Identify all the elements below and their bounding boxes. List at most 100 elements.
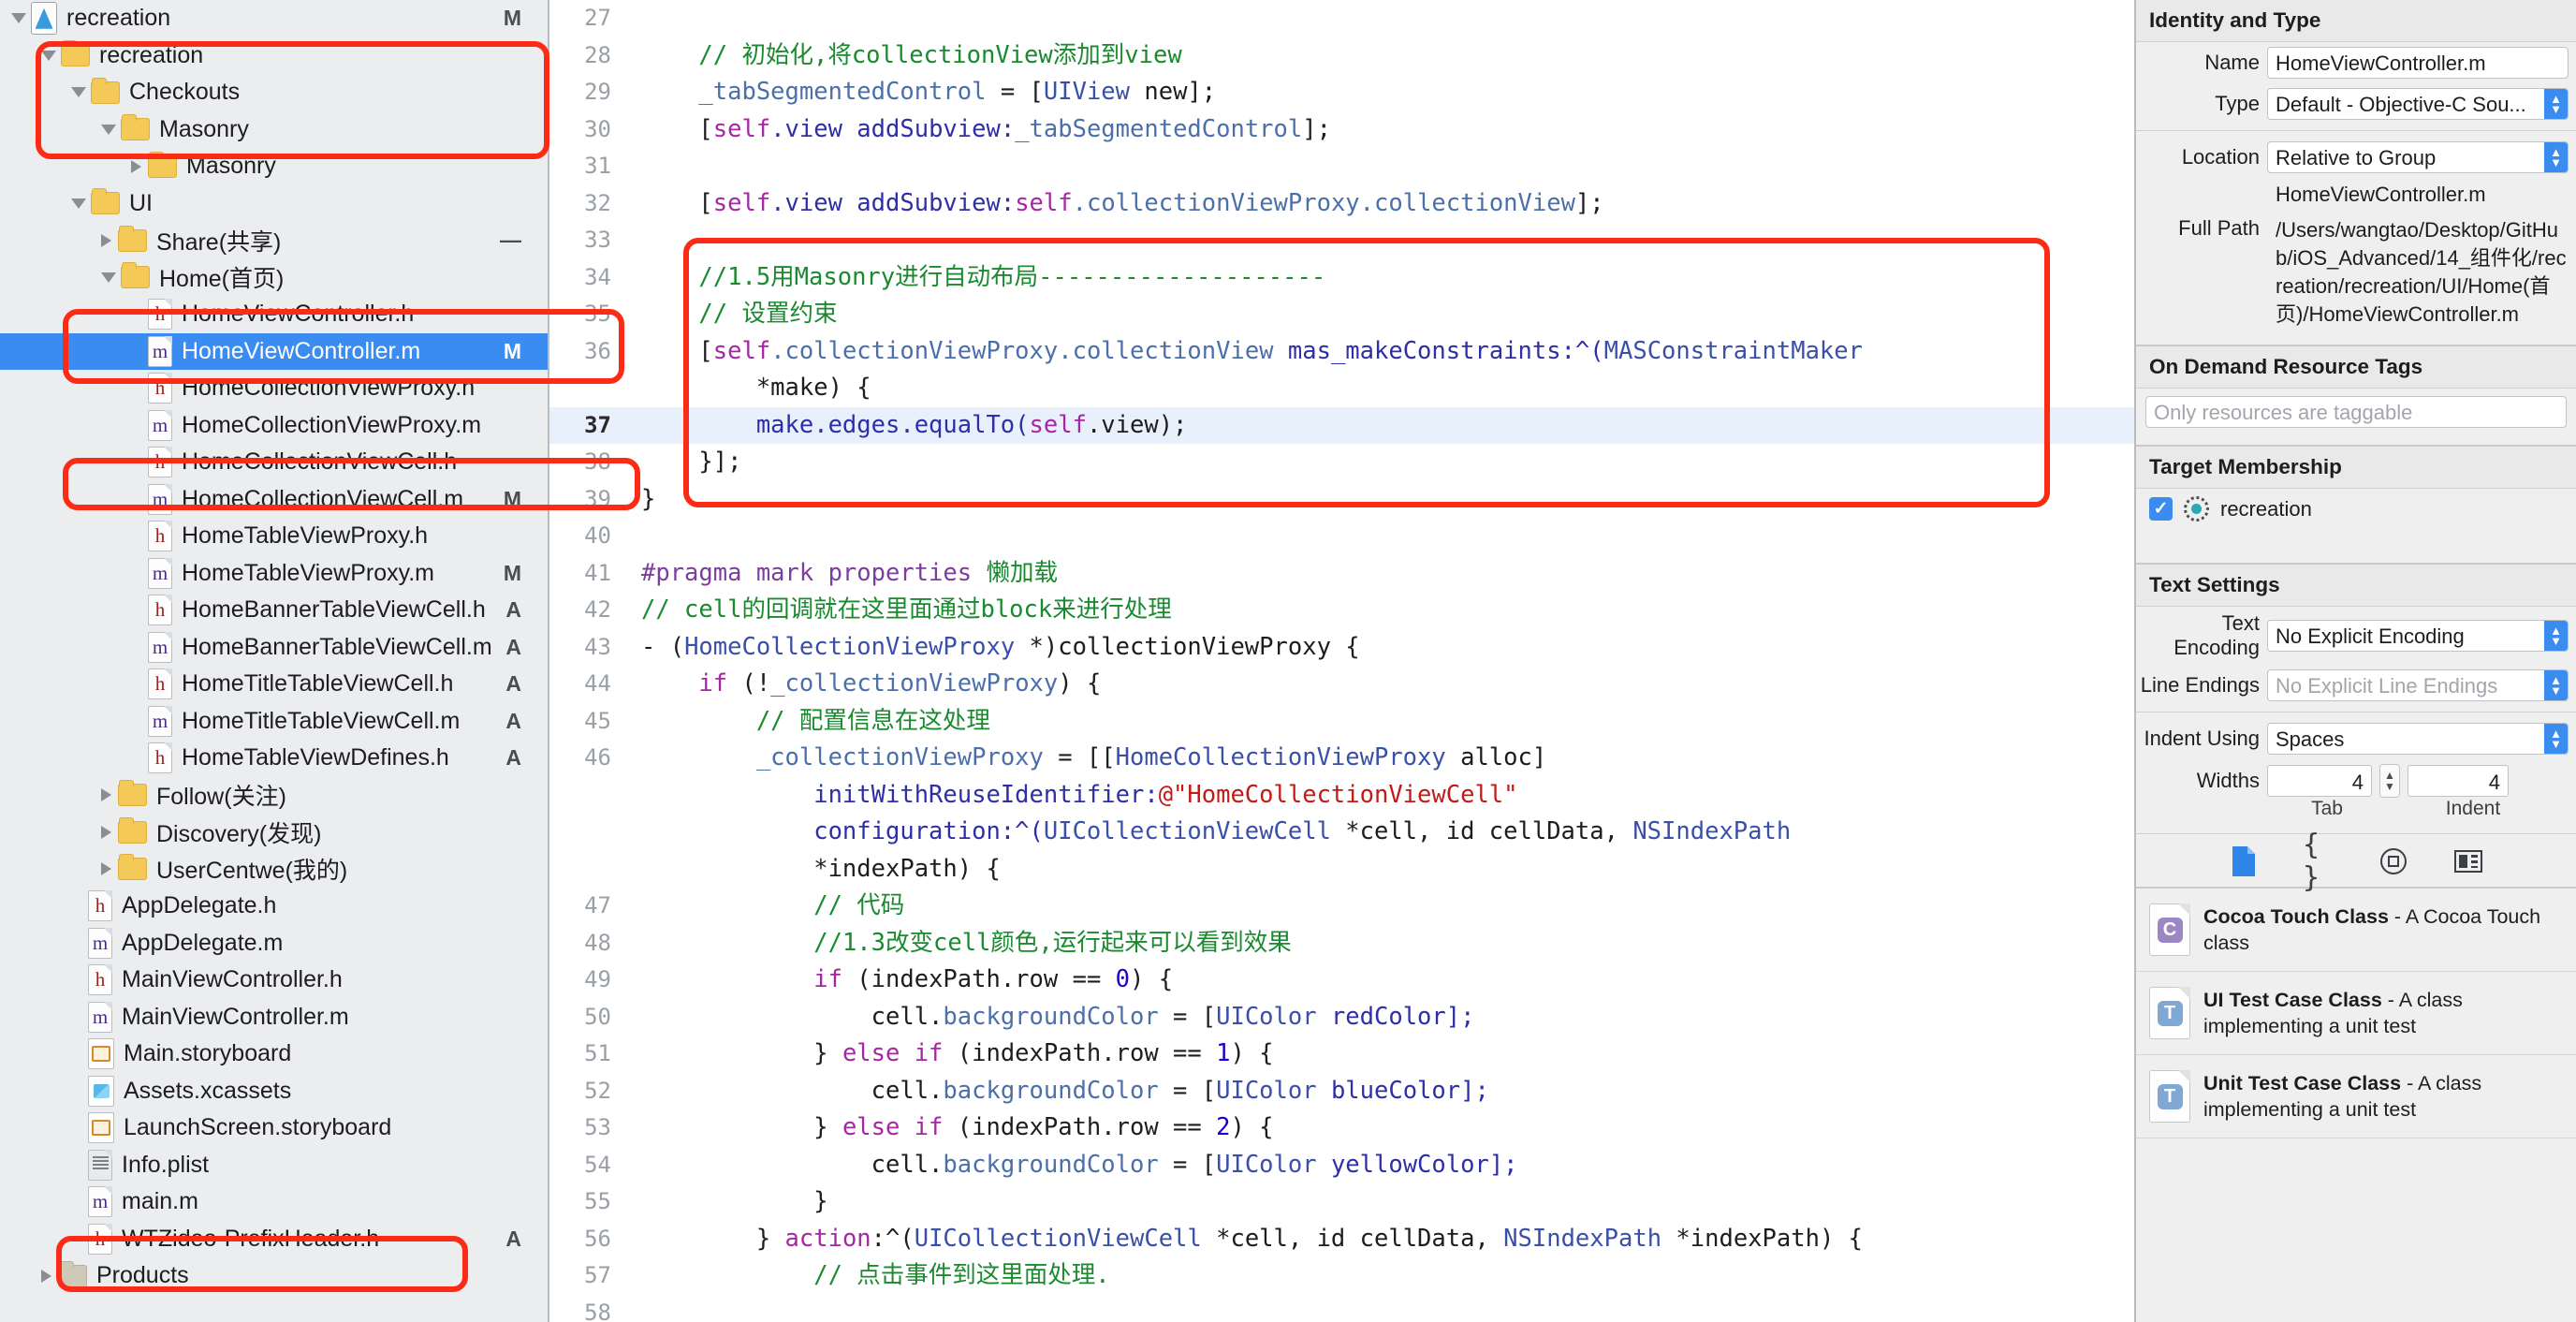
code-line[interactable]: initWithReuseIdentifier:@"HomeCollection… xyxy=(549,777,2134,815)
line-endings-popup[interactable]: No Explicit Line Endings ▲ ▼ xyxy=(2267,669,2569,701)
navigator-row[interactable]: h HomeBannerTableViewCell.h A xyxy=(0,592,548,629)
navigator-row[interactable]: h WTZideo-PrefixHeader.h A xyxy=(0,1221,548,1258)
library-item[interactable]: T Unit Test Case Class - A class implemen… xyxy=(2136,1055,2576,1138)
project-navigator[interactable]: recreation Mrecreation Checkouts Masonry Mas… xyxy=(0,0,549,1322)
navigator-row[interactable]: Share(共享) — xyxy=(0,222,548,259)
navigator-row[interactable]: Products xyxy=(0,1257,548,1295)
checkbox-checked-icon[interactable]: ✓ xyxy=(2149,497,2173,521)
navigator-row[interactable]: h HomeCollectionViewCell.h xyxy=(0,444,548,481)
navigator-row[interactable]: h HomeViewController.h xyxy=(0,296,548,333)
library-item[interactable]: T UI Test Case Class - A class implementi… xyxy=(2136,972,2576,1055)
code-line[interactable]: 40 xyxy=(549,518,2134,555)
code-line[interactable]: 30 [self.view addSubview:_tabSegmentedCo… xyxy=(549,111,2134,149)
navigator-row[interactable]: m AppDelegate.m xyxy=(0,925,548,962)
disclosure-open-icon[interactable] xyxy=(71,198,86,209)
code-line[interactable]: 50 cell.backgroundColor = [UIColor redCo… xyxy=(549,999,2134,1036)
navigator-row[interactable]: m HomeTitleTableViewCell.m A xyxy=(0,703,548,741)
code-line[interactable]: 36 [self.collectionViewProxy.collectionV… xyxy=(549,333,2134,371)
code-line[interactable]: 34 //1.5用Masonry进行自动布局------------------… xyxy=(549,259,2134,297)
object-library-icon[interactable] xyxy=(2378,845,2409,877)
disclosure-open-icon[interactable] xyxy=(101,272,116,283)
code-line[interactable]: 46 _collectionViewProxy = [[HomeCollecti… xyxy=(549,740,2134,777)
type-popup[interactable]: Default - Objective-C Sou... ▲ ▼ xyxy=(2267,88,2569,120)
navigator-row[interactable]: LaunchScreen.storyboard xyxy=(0,1109,548,1147)
code-line[interactable]: 29 _tabSegmentedControl = [UIView new]; xyxy=(549,74,2134,111)
code-line[interactable]: 39} xyxy=(549,481,2134,519)
disclosure-closed-icon[interactable] xyxy=(101,788,111,802)
location-popup[interactable]: Relative to Group ▲ ▼ xyxy=(2267,141,2569,173)
disclosure-open-icon[interactable] xyxy=(71,87,86,98)
disclosure-open-icon[interactable] xyxy=(11,13,26,24)
code-line[interactable]: 43 - (HomeCollectionViewProxy *)collectio… xyxy=(549,629,2134,667)
code-line[interactable]: 55 } xyxy=(549,1183,2134,1221)
navigator-row[interactable]: m HomeTableViewProxy.m M xyxy=(0,555,548,593)
code-line[interactable]: 28 // 初始化,将collectionView添加到view xyxy=(549,37,2134,75)
disclosure-open-icon[interactable] xyxy=(41,50,56,61)
file-template-icon[interactable] xyxy=(2228,845,2260,877)
navigator-row[interactable]: Follow(关注) xyxy=(0,777,548,815)
code-line[interactable]: 27 xyxy=(549,0,2134,37)
navigator-row[interactable]: h HomeCollectionViewProxy.h xyxy=(0,370,548,407)
navigator-row[interactable]: h HomeTableViewProxy.h xyxy=(0,518,548,555)
code-snippet-icon[interactable]: { } xyxy=(2303,829,2334,894)
navigator-row[interactable]: h HomeTableViewDefines.h A xyxy=(0,740,548,777)
code-line[interactable]: 44 if (!_collectionViewProxy) { xyxy=(549,666,2134,703)
code-line[interactable]: 49 if (indexPath.row == 0) { xyxy=(549,962,2134,999)
indent-using-popup[interactable]: Spaces ▲ ▼ xyxy=(2267,723,2569,755)
code-line[interactable]: 53 } else if (indexPath.row == 2) { xyxy=(549,1109,2134,1147)
code-line[interactable]: 35 // 设置约束 xyxy=(549,296,2134,333)
navigator-row[interactable]: Info.plist xyxy=(0,1147,548,1184)
code-line[interactable]: 33 xyxy=(549,222,2134,259)
code-line[interactable]: 48 //1.3改变cell颜色,运行起来可以看到效果 xyxy=(549,925,2134,962)
file-inspector[interactable]: Identity and Type Name HomeViewControlle… xyxy=(2134,0,2576,1322)
code-line[interactable]: 31 xyxy=(549,148,2134,185)
name-field[interactable]: HomeViewController.m xyxy=(2267,47,2569,79)
navigator-row[interactable]: Discovery(发现) xyxy=(0,814,548,851)
library-item[interactable]: C Cocoa Touch Class - A Cocoa Touch class xyxy=(2136,889,2576,972)
disclosure-open-icon[interactable] xyxy=(101,124,116,135)
library-tab-bar[interactable]: { } xyxy=(2136,829,2576,894)
code-line[interactable]: 47 // 代码 xyxy=(549,888,2134,925)
navigator-row[interactable]: Masonry xyxy=(0,148,548,185)
tab-width-stepper[interactable]: ▲ ▼ xyxy=(2379,764,2400,798)
source-code-editor[interactable]: 27 28 // 初始化,将collectionView添加到view 29 _ta… xyxy=(549,0,2134,1322)
navigator-row[interactable]: recreation M xyxy=(0,0,548,37)
code-line[interactable]: *indexPath) { xyxy=(549,851,2134,889)
target-membership-row[interactable]: ✓ recreation xyxy=(2136,489,2576,529)
code-line[interactable]: 37 make.edges.equalTo(self.view); xyxy=(549,406,2134,444)
code-lines[interactable]: 27 28 // 初始化,将collectionView添加到view 29 _ta… xyxy=(549,0,2134,1322)
ondemand-tags-field[interactable]: Only resources are taggable xyxy=(2145,396,2567,428)
navigator-row[interactable]: m HomeCollectionViewProxy.m xyxy=(0,407,548,445)
navigator-row[interactable]: recreation xyxy=(0,37,548,75)
code-line[interactable]: 51 } else if (indexPath.row == 1) { xyxy=(549,1036,2134,1073)
indent-width-input[interactable]: 4 xyxy=(2408,765,2509,797)
navigator-row[interactable]: m HomeBannerTableViewCell.m A xyxy=(0,629,548,667)
navigator-row[interactable]: m HomeViewController.m M xyxy=(0,332,548,370)
media-library-icon[interactable] xyxy=(2452,845,2484,877)
code-line[interactable]: 45 // 配置信息在这处理 xyxy=(549,703,2134,741)
navigator-row[interactable]: Masonry xyxy=(0,111,548,149)
text-encoding-popup[interactable]: No Explicit Encoding ▲ ▼ xyxy=(2267,620,2569,652)
disclosure-closed-icon[interactable] xyxy=(131,159,141,173)
navigator-row[interactable]: UserCentwe(我的) xyxy=(0,851,548,889)
code-line[interactable]: 58 xyxy=(549,1295,2134,1322)
code-line[interactable]: 32 [self.view addSubview:self.collection… xyxy=(549,185,2134,223)
navigator-row[interactable]: Assets.xcassets xyxy=(0,1073,548,1110)
code-line[interactable]: *make) { xyxy=(549,370,2134,407)
navigator-row[interactable]: h HomeTitleTableViewCell.h A xyxy=(0,666,548,703)
navigator-row[interactable]: Main.storyboard xyxy=(0,1036,548,1073)
code-line[interactable]: 42 // cell的回调就在这里面通过block来进行处理 xyxy=(549,592,2134,629)
navigator-row[interactable]: h AppDelegate.h xyxy=(0,888,548,925)
navigator-row[interactable]: Checkouts xyxy=(0,74,548,111)
code-line[interactable]: 38 }]; xyxy=(549,444,2134,481)
code-line[interactable]: 57 // 点击事件到这里面处理. xyxy=(549,1257,2134,1295)
navigator-row[interactable]: Home(首页) xyxy=(0,259,548,297)
code-line[interactable]: 56 } action:^(UICollectionViewCell *cell… xyxy=(549,1221,2134,1258)
navigator-row[interactable]: h MainViewController.h xyxy=(0,962,548,999)
code-line[interactable]: 54 cell.backgroundColor = [UIColor yello… xyxy=(549,1147,2134,1184)
code-line[interactable]: configuration:^(UICollectionViewCell *ce… xyxy=(549,814,2134,851)
code-line[interactable]: 52 cell.backgroundColor = [UIColor blueC… xyxy=(549,1073,2134,1110)
disclosure-closed-icon[interactable] xyxy=(101,233,111,247)
disclosure-closed-icon[interactable] xyxy=(101,825,111,839)
tab-width-input[interactable]: 4 xyxy=(2267,765,2372,797)
